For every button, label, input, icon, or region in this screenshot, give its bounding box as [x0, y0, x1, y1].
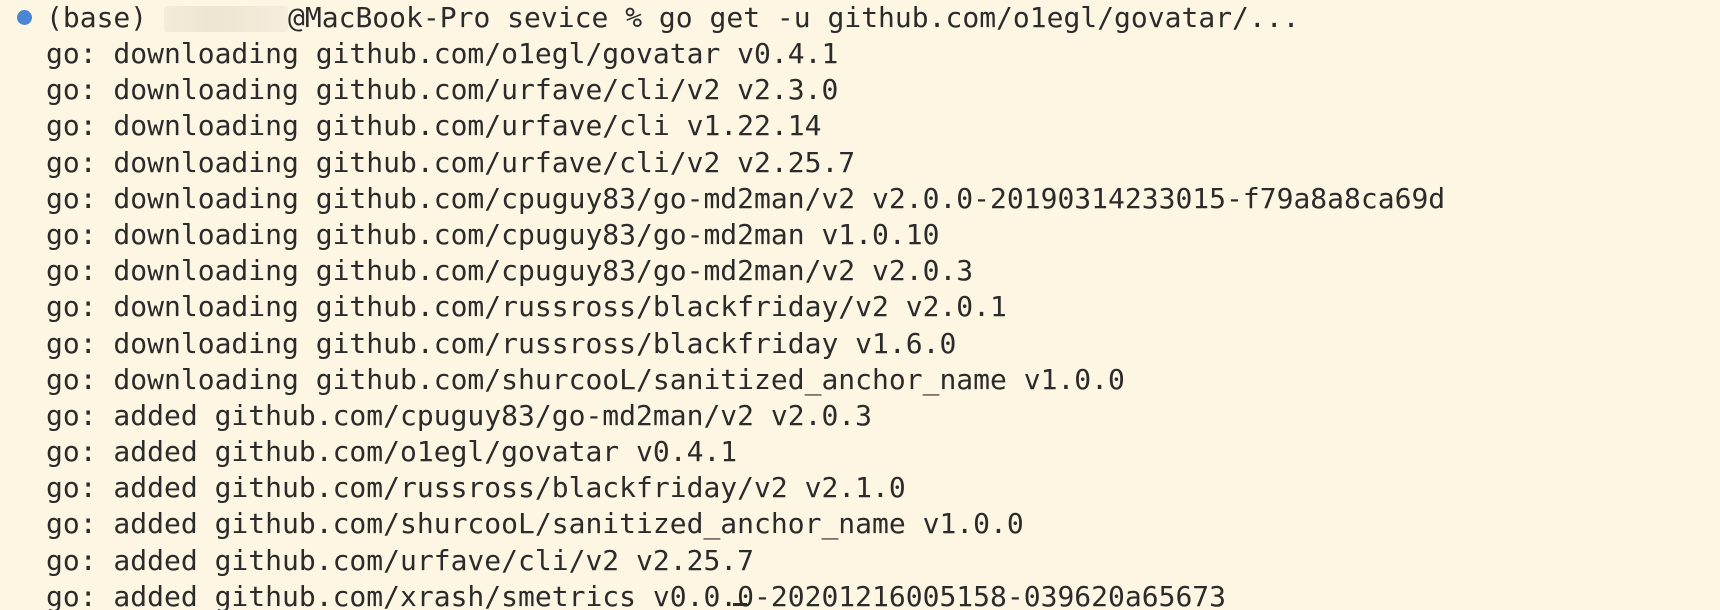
command-status-dot-icon[interactable] [17, 10, 32, 25]
output-line: go: added github.com/urfave/cli/v2 v2.25… [46, 543, 755, 577]
text-cursor [733, 603, 747, 606]
output-line: go: added github.com/o1egl/govatar v0.4.… [46, 435, 738, 469]
output-line: go: downloading github.com/russross/blac… [46, 290, 1007, 324]
output-line: go: downloading github.com/urfave/cli v1… [46, 109, 822, 143]
terminal-window[interactable]: (base) @MacBook-Pro sevice % go get -u g… [0, 0, 1720, 610]
prompt-text: (base) @MacBook-Pro sevice % go get -u g… [46, 0, 1300, 36]
output-line: go: added github.com/shurcooL/sanitized_… [46, 507, 1024, 541]
output-line: go: downloading github.com/o1egl/govatar… [46, 37, 839, 70]
prompt-directory: sevice [507, 1, 609, 34]
output-line: go: added github.com/cpuguy83/go-md2man/… [46, 398, 873, 432]
output-line: go: downloading github.com/urfave/cli/v2… [46, 73, 839, 107]
output-line: go: downloading github.com/cpuguy83/go-m… [46, 254, 974, 288]
output-line: go: downloading github.com/urfave/cli/v2… [46, 145, 856, 179]
output-line: go: added github.com/russross/blackfrida… [46, 471, 906, 505]
command-text: go get -u github.com/o1egl/govatar/... [658, 1, 1300, 34]
output-line: go: downloading github.com/shurcooL/sani… [46, 362, 1125, 396]
conda-env: (base) [46, 1, 148, 34]
prompt-line: (base) @MacBook-Pro sevice % go get -u g… [0, 0, 1300, 36]
output-line: go: downloading github.com/cpuguy83/go-m… [46, 181, 1446, 215]
output-line: go: downloading github.com/russross/blac… [46, 326, 957, 360]
prompt-symbol: % [625, 1, 643, 34]
prompt-host: @MacBook-Pro [288, 1, 491, 34]
output-line: go: downloading github.com/cpuguy83/go-m… [46, 217, 940, 251]
command-output: go: downloading github.com/o1egl/govatar… [46, 36, 1445, 610]
redacted-username [164, 6, 289, 32]
